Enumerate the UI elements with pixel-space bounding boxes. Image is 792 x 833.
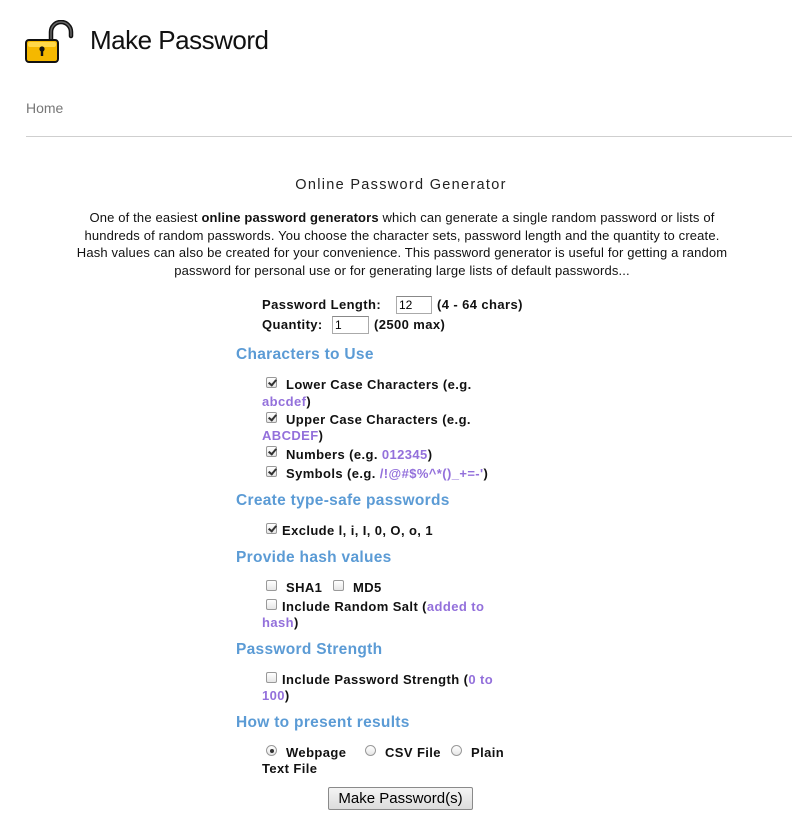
uppercase-example-line: ABCDEF) xyxy=(262,428,323,443)
lowercase-close: ) xyxy=(306,394,312,409)
numbers-checkbox[interactable] xyxy=(266,446,277,457)
section-present: How to present results xyxy=(236,714,410,731)
lowercase-label[interactable]: Lower Case Characters (e.g. xyxy=(286,377,472,392)
strength-label[interactable]: Include Password Strength (0 to xyxy=(282,672,493,687)
uppercase-example: ABCDEF xyxy=(262,428,319,443)
symbols-label[interactable]: Symbols (e.g. /!@#$%^*()_+=-') xyxy=(286,466,488,481)
strength-example-1: 0 to xyxy=(468,672,494,687)
lowercase-example-line: abcdef) xyxy=(262,394,311,409)
uppercase-close: ) xyxy=(318,428,324,443)
section-hash: Provide hash values xyxy=(236,549,392,566)
section-typesafe: Create type-safe passwords xyxy=(236,492,450,509)
numbers-text: Numbers (e.g. xyxy=(286,447,378,462)
symbols-close: ) xyxy=(483,466,489,481)
symbols-text: Symbols (e.g. xyxy=(286,466,376,481)
numbers-label[interactable]: Numbers (e.g. 012345) xyxy=(286,447,432,462)
length-label: Password Length: xyxy=(262,297,382,312)
strength-example-2: 100 xyxy=(262,688,285,703)
password-form: Password Length: (4 - 64 chars) Quantity… xyxy=(0,0,792,833)
make-passwords-button[interactable]: Make Password(s) xyxy=(328,787,473,810)
exclude-label[interactable]: Exclude l, i, I, 0, O, o, 1 xyxy=(282,523,433,538)
section-characters: Characters to Use xyxy=(236,346,374,363)
lowercase-checkbox[interactable] xyxy=(266,377,277,388)
salt-checkbox[interactable] xyxy=(266,599,277,610)
numbers-close: ) xyxy=(427,447,433,462)
webpage-label[interactable]: Webpage xyxy=(286,745,346,760)
quantity-input[interactable] xyxy=(332,316,369,334)
plain-label-line2[interactable]: Text File xyxy=(262,761,317,776)
numbers-example: 012345 xyxy=(381,447,428,462)
strength-example-line: 100) xyxy=(262,688,290,703)
section-strength: Password Strength xyxy=(236,641,383,658)
symbols-checkbox[interactable] xyxy=(266,466,277,477)
salt-example-2: hash xyxy=(262,615,294,630)
plain-label[interactable]: Plain xyxy=(471,745,504,760)
length-hint: (4 - 64 chars) xyxy=(437,297,523,312)
csv-radio[interactable] xyxy=(365,745,376,756)
quantity-hint: (2500 max) xyxy=(374,317,446,332)
strength-checkbox[interactable] xyxy=(266,672,277,683)
symbols-example: /!@#$%^*()_+=-' xyxy=(379,466,484,481)
strength-close: ) xyxy=(284,688,290,703)
quantity-label: Quantity: xyxy=(262,317,323,332)
salt-example-line: hash) xyxy=(262,615,299,630)
salt-close: ) xyxy=(293,615,299,630)
sha1-checkbox[interactable] xyxy=(266,580,277,591)
exclude-checkbox[interactable] xyxy=(266,523,277,534)
webpage-radio[interactable] xyxy=(266,745,277,756)
salt-example-1: added to xyxy=(426,599,485,614)
lowercase-example: abcdef xyxy=(262,394,307,409)
sha1-label[interactable]: SHA1 xyxy=(286,580,322,595)
salt-text: Include Random Salt ( xyxy=(282,599,427,614)
salt-label[interactable]: Include Random Salt (added to xyxy=(282,599,484,614)
md5-checkbox[interactable] xyxy=(333,580,344,591)
uppercase-checkbox[interactable] xyxy=(266,412,277,423)
md5-label[interactable]: MD5 xyxy=(353,580,382,595)
csv-label[interactable]: CSV File xyxy=(385,745,441,760)
uppercase-label[interactable]: Upper Case Characters (e.g. xyxy=(286,412,471,427)
strength-text: Include Password Strength ( xyxy=(282,672,469,687)
length-input[interactable] xyxy=(396,296,432,314)
plain-radio[interactable] xyxy=(451,745,462,756)
